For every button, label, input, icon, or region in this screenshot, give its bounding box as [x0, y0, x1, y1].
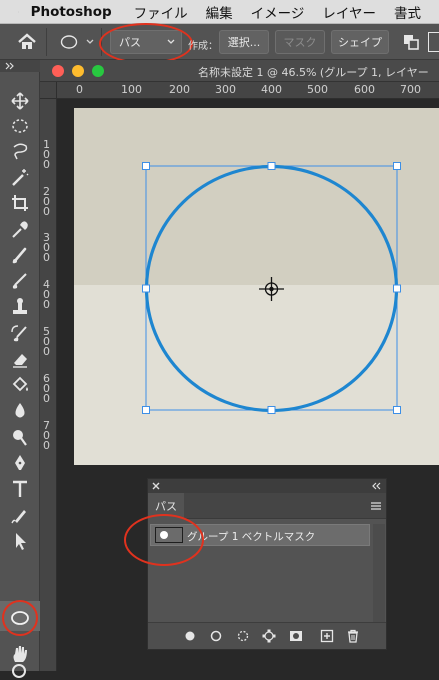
ruler-label: 0 [76, 83, 83, 96]
dodge-tool-icon[interactable] [9, 427, 31, 447]
ruler-label: 5 0 0 [43, 325, 50, 358]
stroke-path-icon[interactable] [209, 629, 223, 643]
close-window-button[interactable] [52, 65, 64, 77]
type-tool-icon[interactable] [9, 479, 31, 499]
select-button[interactable]: 選択... [219, 30, 269, 54]
ruler-label: 500 [307, 83, 328, 96]
brush-tool-icon[interactable] [9, 271, 31, 291]
panel-footer [148, 622, 386, 649]
load-path-as-selection-icon[interactable] [236, 629, 250, 643]
marquee-tool-icon[interactable] [9, 116, 31, 136]
tab-paths[interactable]: パス [148, 493, 184, 519]
make-label: 作成： [188, 41, 218, 52]
freeform-pen-tool-icon[interactable] [9, 505, 31, 525]
crop-tool-icon[interactable] [9, 193, 31, 213]
reference-point-icon [259, 277, 284, 301]
tools-panel [0, 60, 40, 678]
ruler-label: 400 [261, 83, 282, 96]
pen-tool-icon[interactable] [9, 453, 31, 473]
ruler-label: 4 0 0 [43, 278, 50, 311]
menu-file[interactable]: ファイル [134, 2, 188, 22]
fill-path-icon[interactable] [183, 629, 197, 643]
ruler-label: 7 0 0 [43, 419, 50, 452]
add-mask-icon[interactable] [289, 629, 303, 643]
ruler-origin[interactable] [40, 82, 57, 99]
path-thumbnail-shape [160, 531, 168, 539]
minimize-window-button[interactable] [72, 65, 84, 77]
clone-stamp-tool-icon[interactable] [9, 297, 31, 317]
options-bar: パス 作成： 選択... マスク シェイプ [0, 23, 439, 64]
trash-icon[interactable] [346, 629, 360, 643]
menu-edit[interactable]: 編集 [206, 2, 233, 22]
menu-image[interactable]: イメージ [251, 2, 305, 22]
document-canvas[interactable] [74, 108, 439, 465]
collapse-panel-icon[interactable] [372, 482, 382, 490]
path-list-item[interactable]: グループ 1 ベクトルマスク [150, 524, 370, 546]
path-operations-icon[interactable] [403, 34, 419, 50]
home-icon[interactable] [16, 33, 38, 51]
tool-mode-select[interactable]: パス [110, 30, 182, 54]
menu-type[interactable]: 書式 [394, 2, 421, 22]
chevron-down-icon [167, 39, 175, 44]
path-name: グループ 1 ベクトルマスク [187, 531, 316, 543]
horizontal-ruler[interactable]: 0 100 200 300 400 500 600 700 [57, 82, 439, 99]
path-alignment-icon[interactable] [428, 32, 439, 52]
new-path-icon[interactable] [320, 629, 334, 643]
vertical-ruler[interactable]: 1 0 0 2 0 0 3 0 0 4 0 0 5 0 0 6 0 0 7 0 … [40, 99, 57, 671]
paint-bucket-tool-icon[interactable] [9, 375, 31, 395]
healing-brush-tool-icon[interactable] [9, 245, 31, 265]
ruler-label: 300 [215, 83, 236, 96]
ellipse-path-overlay[interactable] [74, 108, 439, 465]
menu-bar: Photoshop ファイル 編集 イメージ レイヤー 書式 [0, 0, 439, 24]
divider [101, 28, 102, 56]
shape-button[interactable]: シェイプ [331, 30, 389, 54]
menu-layer[interactable]: レイヤー [322, 2, 376, 22]
lasso-tool-icon[interactable] [9, 141, 31, 161]
apple-icon[interactable] [18, 4, 19, 20]
app-name-menu[interactable]: Photoshop [31, 4, 112, 20]
collapse-panel-icon[interactable] [5, 62, 15, 70]
path-selection-tool-icon[interactable] [9, 531, 31, 551]
close-icon[interactable] [152, 482, 160, 490]
make-work-path-icon[interactable] [262, 629, 276, 643]
ruler-label: 1 0 0 [43, 138, 50, 171]
divider [46, 28, 47, 56]
panel-tab-bar: パス [148, 493, 386, 519]
ruler-label: 100 [121, 83, 142, 96]
panel-menu-icon[interactable] [370, 501, 382, 511]
panel-scrollbar[interactable] [373, 524, 385, 624]
ruler-label: 2 0 0 [43, 185, 50, 218]
ruler-label: 600 [354, 83, 375, 96]
paths-panel: パス グループ 1 ベクトルマスク [124, 478, 387, 650]
tab-paths-label: パス [155, 500, 177, 513]
ruler-label: 200 [169, 83, 190, 96]
eyedropper-tool-icon[interactable] [9, 219, 31, 239]
ruler-label: 3 0 0 [43, 231, 50, 264]
tools-panel-header [0, 60, 40, 72]
ruler-label: 6 0 0 [43, 372, 50, 405]
mask-button[interactable]: マスク [275, 30, 325, 54]
zoom-tool-icon[interactable] [9, 660, 31, 680]
panel-header[interactable] [148, 479, 386, 493]
history-brush-tool-icon[interactable] [9, 323, 31, 343]
ruler-label: 700 [400, 83, 421, 96]
document-title: 名称未設定 1 @ 46.5% (グループ 1, レイヤー [198, 66, 429, 79]
eraser-tool-icon[interactable] [9, 349, 31, 369]
tool-mode-value: パス [119, 36, 141, 49]
zoom-window-button[interactable] [92, 65, 104, 77]
blur-tool-icon[interactable] [9, 401, 31, 421]
ellipse-tool-icon[interactable] [9, 608, 31, 628]
move-tool-icon[interactable] [9, 91, 31, 111]
path-thumbnail [155, 527, 183, 543]
ellipse-tool-preset-icon[interactable] [60, 35, 98, 49]
document-title-bar: 名称未設定 1 @ 46.5% (グループ 1, レイヤー [40, 60, 439, 82]
magic-wand-tool-icon[interactable] [9, 167, 31, 187]
